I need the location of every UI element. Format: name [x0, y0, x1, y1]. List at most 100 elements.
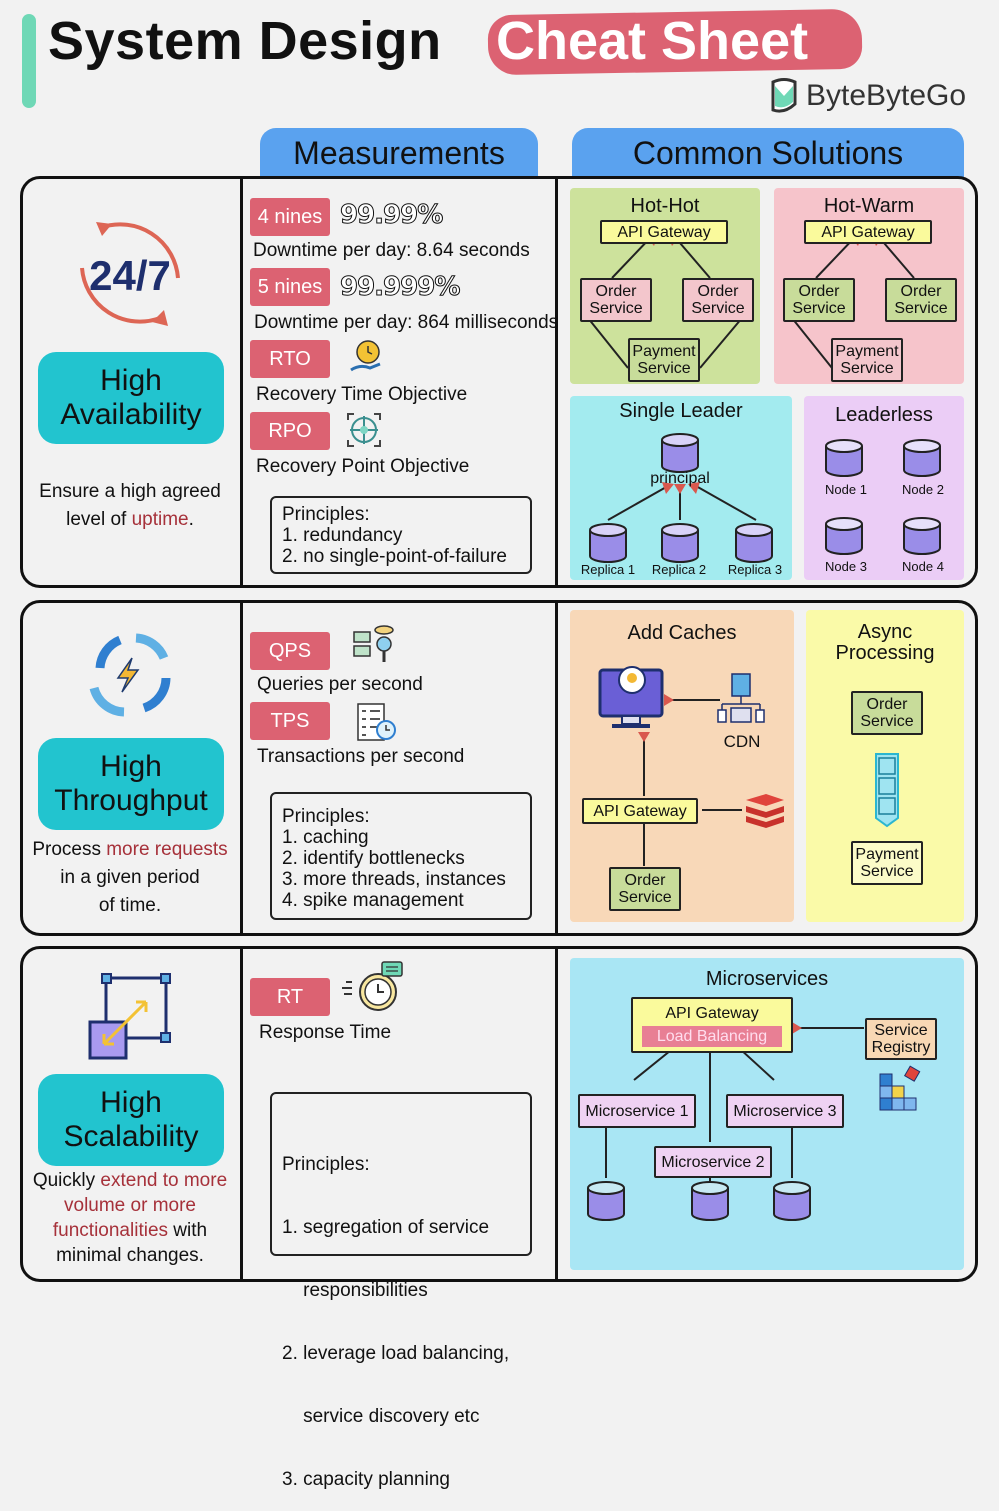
- category-title-line1: High: [100, 750, 162, 783]
- stopwatch-icon: [342, 961, 403, 1011]
- principle-item: 4. spike management: [282, 890, 464, 911]
- downtime-4-nines: Downtime per day: 8.64 seconds: [253, 240, 530, 261]
- message-queue-icon: [875, 753, 899, 828]
- divider: [240, 178, 243, 586]
- api-gateway-label: API Gateway: [665, 1005, 759, 1022]
- category-title-line1: High: [100, 1086, 162, 1119]
- redis-cache-icon: [746, 794, 784, 828]
- throughput-cycle-icon: [89, 633, 171, 717]
- category-title-line2: Availability: [60, 398, 202, 431]
- scale-resize-icon: [88, 973, 171, 1060]
- async-title: Async Processing: [806, 622, 964, 664]
- category-high-scalability: High Scalability: [38, 1074, 224, 1166]
- category-title-line2: Throughput: [54, 784, 208, 817]
- desc-line: Ensure a high agreed: [39, 481, 221, 502]
- database-icon: [903, 439, 941, 477]
- principle-item: 1. caching: [282, 827, 369, 848]
- principles-heading: Principles:: [282, 1154, 370, 1175]
- replica-label: Replica 3: [727, 562, 783, 577]
- database-icon: [735, 523, 773, 563]
- replica-label: Replica 1: [580, 562, 636, 577]
- caches-order-service: Order Service: [609, 867, 681, 911]
- value-5-nines: 99.999%: [339, 272, 460, 303]
- cdn-server-icon: [717, 673, 765, 723]
- principle-item: 2. no single-point-of-failure: [282, 546, 507, 567]
- column-header-solutions: Common Solutions: [572, 128, 964, 178]
- badge-rpo: RPO: [250, 412, 330, 450]
- database-icon: [589, 523, 627, 563]
- 24-7-icon: 24/7: [80, 222, 180, 326]
- desc-text: Quickly: [32, 1170, 101, 1191]
- desc-highlight: volume or more: [64, 1195, 196, 1216]
- database-icon: [587, 1181, 625, 1221]
- principal-label: principal: [650, 470, 710, 487]
- badge-5-nines: 5 nines: [250, 268, 330, 306]
- desc-highlight: uptime: [131, 509, 189, 530]
- cdn-label: CDN: [723, 732, 761, 751]
- brand-name: ByteByteGo: [806, 79, 967, 112]
- replica-label: Replica 2: [651, 562, 707, 577]
- async-title-line1: Async: [857, 621, 913, 643]
- page-title: System Design: [48, 11, 442, 71]
- hot-hot-payment-service: Payment Service: [628, 338, 700, 382]
- page-title-highlight: Cheat Sheet: [496, 11, 809, 71]
- database-icon: [661, 523, 699, 563]
- principle-item: 3. capacity planning: [282, 1469, 450, 1490]
- desc-line: functionalities with: [24, 1218, 236, 1243]
- divider: [240, 948, 243, 1280]
- microservice-2: Microservice 2: [654, 1146, 772, 1178]
- desc-line: in a given period: [60, 867, 200, 888]
- desc-line: level of uptime.: [24, 506, 236, 534]
- desc-line: Process more requests: [24, 836, 236, 864]
- service-registry: Service Registry: [865, 1018, 937, 1060]
- 24-7-text: 24/7: [89, 252, 171, 299]
- downtime-5-nines: Downtime per day: 864 milliseconds: [254, 312, 559, 333]
- desc-text: .: [188, 509, 194, 530]
- category-title-line1: High: [100, 364, 162, 397]
- checklist-clock-icon: [357, 703, 396, 741]
- registry-blocks-icon: [879, 1065, 921, 1111]
- desc-text: level of: [66, 509, 132, 530]
- database-icon: [773, 1181, 811, 1221]
- column-header-measurements: Measurements: [260, 128, 538, 178]
- desc-highlight: more requests: [106, 839, 228, 860]
- qps-label: Queries per second: [257, 674, 423, 695]
- load-balancing-label: Load Balancing: [642, 1026, 782, 1047]
- bytebytego-logo-icon: [771, 78, 797, 113]
- scalability-description: Quickly extend to more volume or more fu…: [24, 1168, 236, 1268]
- hot-warm-api-gateway: API Gateway: [804, 220, 932, 244]
- target-icon: [347, 413, 381, 447]
- tps-label: Transactions per second: [257, 746, 465, 767]
- hot-hot-api-gateway: API Gateway: [600, 220, 728, 244]
- micro-api-gateway: API Gateway Load Balancing: [631, 997, 793, 1053]
- single-leader-diagram: [589, 433, 773, 563]
- principle-item: 2. identify bottlenecks: [282, 848, 465, 869]
- title-accent-bar: [22, 14, 36, 108]
- badge-rt: RT: [250, 978, 330, 1016]
- desc-line: minimal changes.: [56, 1245, 204, 1266]
- async-title-line2: Processing: [835, 642, 935, 664]
- rpo-label: Recovery Point Objective: [256, 456, 470, 477]
- desc-line: Quickly extend to more: [24, 1168, 236, 1193]
- principle-item: 3. more threads, instances: [282, 869, 506, 890]
- add-caches-diagram: [598, 666, 784, 866]
- brand: ByteByteGo: [770, 78, 966, 114]
- database-icon: [691, 1181, 729, 1221]
- node-label: Node 2: [902, 482, 944, 497]
- database-icon: [903, 517, 941, 555]
- database-search-icon: [353, 625, 394, 662]
- hot-hot-order-service-2: Order Service: [682, 278, 754, 322]
- caches-api-gateway: API Gateway: [582, 798, 698, 824]
- microservice-1: Microservice 1: [578, 1094, 696, 1128]
- divider: [555, 178, 558, 586]
- availability-principles: Principles: 1. redundancy 2. no single-p…: [270, 496, 532, 574]
- badge-qps: QPS: [250, 632, 330, 670]
- microservice-3: Microservice 3: [726, 1094, 844, 1128]
- rt-label: Response Time: [259, 1022, 392, 1043]
- throughput-description: Process more requests in a given period …: [24, 836, 236, 920]
- node-label: Node 4: [902, 559, 944, 574]
- category-high-throughput: High Throughput: [38, 738, 224, 830]
- scalability-principles: Principles: 1. segregation of service re…: [270, 1092, 532, 1490]
- principle-item: service discovery etc: [282, 1406, 480, 1427]
- principle-item: 1. segregation of service: [282, 1217, 490, 1238]
